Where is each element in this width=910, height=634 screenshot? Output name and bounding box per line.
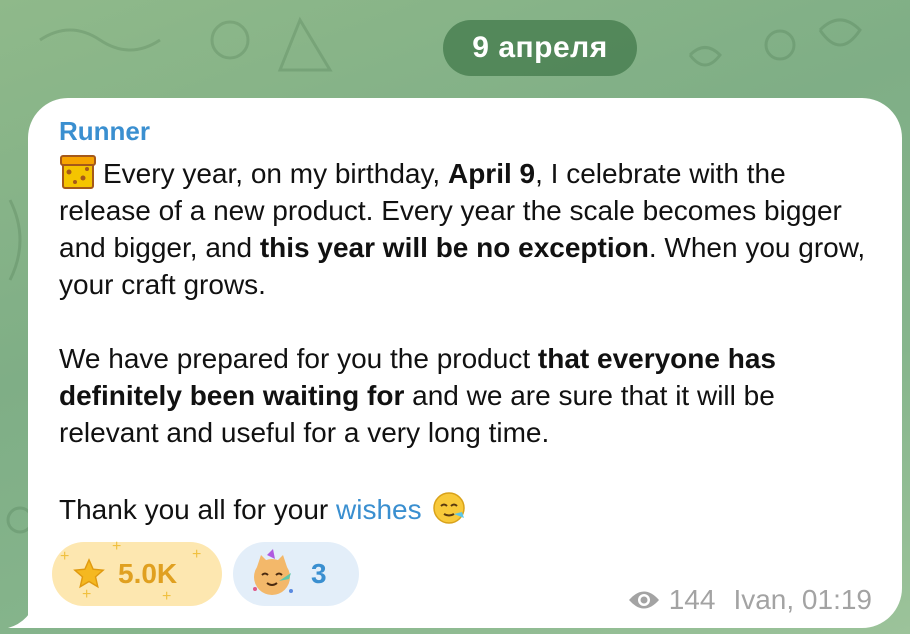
message-paragraph-3: Thank you all for your wishes <box>59 488 879 528</box>
gift-box-icon <box>60 155 96 189</box>
p1-bold-2: this year will be no exception <box>259 232 649 263</box>
sparkle-icon: + <box>112 538 122 555</box>
sparkle-icon: + <box>82 586 92 603</box>
views-count: 144 <box>668 584 716 615</box>
eye-icon <box>628 591 659 609</box>
message-bubble[interactable]: Runner Every year, on my birthday, April… <box>28 98 902 628</box>
wishes-link[interactable]: wishes <box>336 494 422 525</box>
sparkle-icon: + <box>60 548 70 565</box>
party-cat-icon <box>253 549 293 595</box>
sparkle-icon: + <box>162 588 172 605</box>
p1-text-1: Every year, on my birthday, <box>103 158 448 189</box>
sparkle-icon: + <box>192 546 202 563</box>
party-face-icon <box>432 492 465 524</box>
message-meta: 144 Ivan, 01:19 <box>627 584 872 616</box>
message-paragraph-2: We have prepared for you the product tha… <box>59 340 879 451</box>
cat-reaction-button[interactable]: 3 <box>233 542 359 606</box>
star-reaction-button[interactable]: + + + + + 5.0K <box>52 538 222 606</box>
p2-text-1: We have prepared for you the product <box>59 343 538 374</box>
author-time: Ivan, 01:19 <box>733 584 872 615</box>
sender-name[interactable]: Runner <box>59 116 150 147</box>
date-separator: 9 апреля <box>443 20 637 76</box>
cat-reaction-count: 3 <box>311 558 327 589</box>
message-text: Every year, on my birthday, April 9, I c… <box>59 152 879 528</box>
star-reaction-count: 5.0K <box>118 558 178 589</box>
p1-bold-1: April 9 <box>447 158 536 189</box>
p3-text-1: Thank you all for your <box>59 494 337 525</box>
message-paragraph-1: Every year, on my birthday, April 9, I c… <box>59 152 879 303</box>
